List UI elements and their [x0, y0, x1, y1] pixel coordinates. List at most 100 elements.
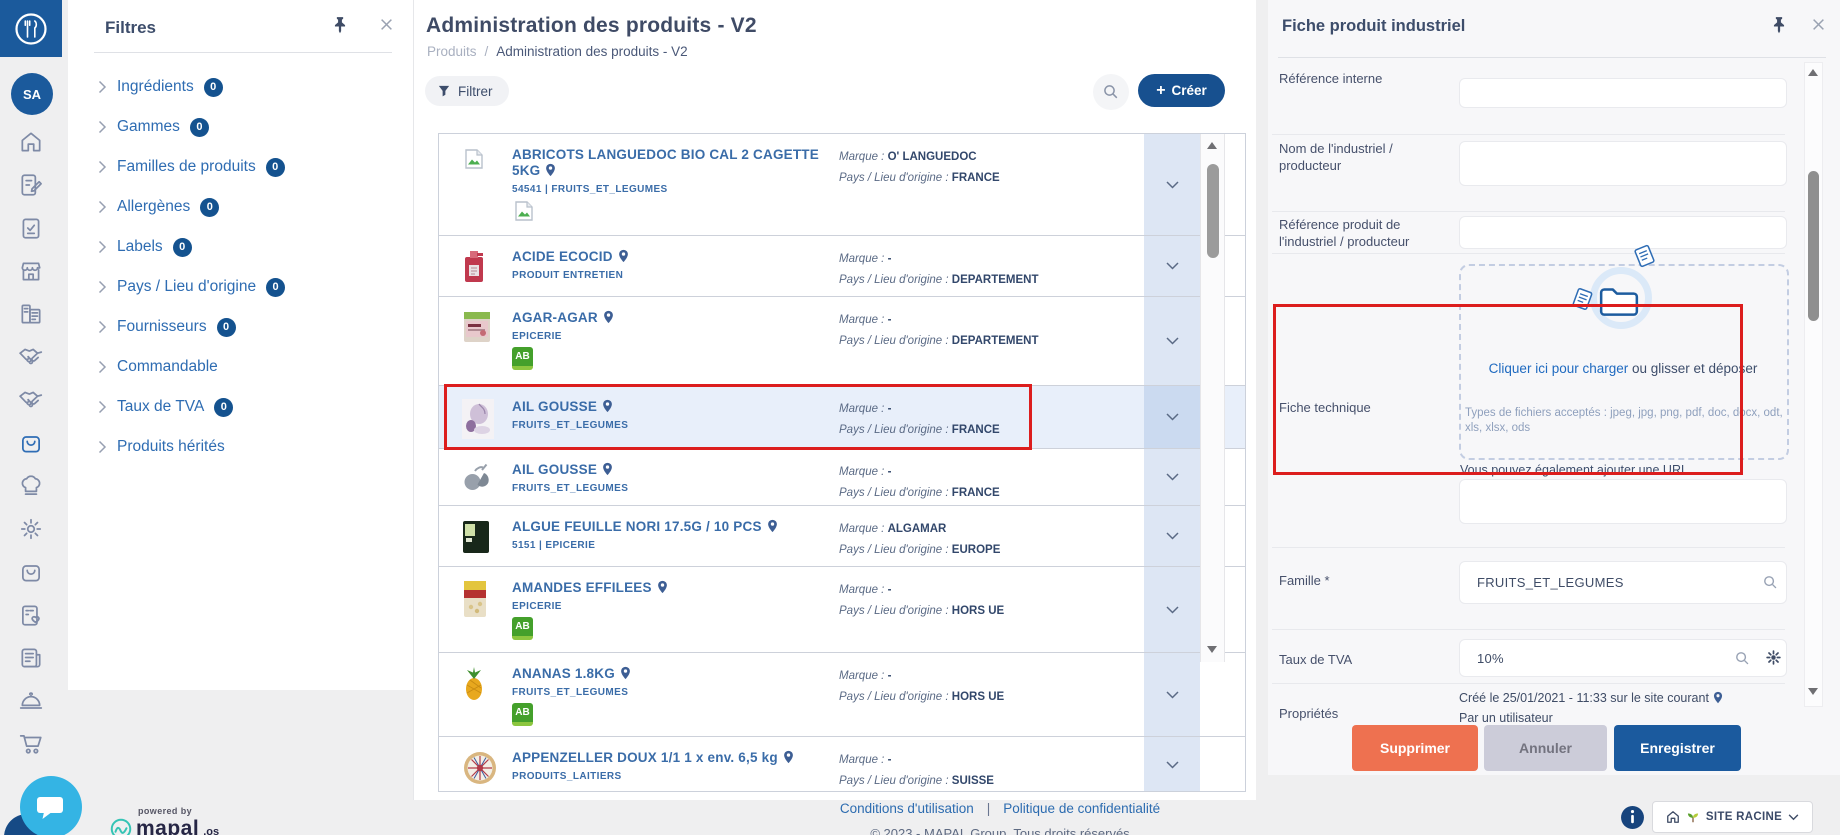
pays-value: FRANCE — [951, 424, 1000, 436]
product-row[interactable]: AGAR-AGAR EPICERIE AB Marque : - Pays / Lieu… — [439, 297, 1245, 386]
famille-field[interactable] — [1459, 561, 1787, 604]
row-expand-button[interactable] — [1144, 236, 1200, 296]
product-row[interactable]: ABRICOTS LANGUEDOC BIO CAL 2 CAGETTE 5KG… — [439, 134, 1245, 236]
storefront-icon[interactable] — [18, 258, 44, 284]
filter-item-fournisseurs[interactable]: Fournisseurs 0 — [68, 307, 413, 347]
handshake-2-icon[interactable] — [18, 387, 44, 413]
panel-scrollbar[interactable] — [1804, 62, 1823, 707]
filter-item-allerg-nes[interactable]: Allergènes 0 — [68, 187, 413, 227]
scroll-down-icon[interactable] — [1808, 688, 1818, 695]
shopping-cart-icon[interactable] — [18, 731, 44, 757]
filter-item-ingr-dients[interactable]: Ingrédients 0 — [68, 67, 413, 107]
field-label: Taux de TVA — [1279, 652, 1353, 667]
filter-item-label: Ingrédients — [117, 78, 194, 95]
scroll-up-icon[interactable] — [1808, 69, 1818, 76]
chevron-right-icon — [98, 120, 107, 134]
filter-item-labels[interactable]: Labels 0 — [68, 227, 413, 267]
divider — [1272, 134, 1785, 135]
filter-item-familles-de-produits[interactable]: Familles de produits 0 — [68, 147, 413, 187]
pin-icon[interactable] — [331, 16, 349, 34]
filter-count-badge: 0 — [200, 197, 220, 217]
scrollbar-thumb[interactable] — [1207, 164, 1219, 258]
row-expand-button[interactable] — [1144, 386, 1200, 448]
privacy-link[interactable]: Politique de confidentialité — [1003, 801, 1160, 816]
list-scrollbar[interactable] — [1200, 134, 1225, 662]
row-expand-button[interactable] — [1144, 567, 1200, 652]
row-expand-button[interactable] — [1144, 506, 1200, 566]
close-icon[interactable] — [380, 18, 394, 32]
search-icon — [1104, 85, 1118, 99]
filter-item-produits-h-rit-s[interactable]: Produits hérités — [68, 427, 413, 467]
scroll-up-icon[interactable] — [1207, 142, 1217, 149]
delete-button[interactable]: Supprimer — [1352, 725, 1478, 771]
invoice-icon[interactable] — [18, 301, 44, 327]
news-icon[interactable] — [18, 645, 44, 671]
product-row[interactable]: AIL GOUSSE FRUITS_ET_LEGUMES Marque : - Pay… — [439, 386, 1245, 449]
cloche-icon[interactable] — [18, 688, 44, 714]
sprout-icon — [1687, 813, 1698, 823]
scrollbar-thumb[interactable] — [1808, 171, 1819, 321]
document-edit-icon[interactable] — [18, 172, 44, 198]
breadcrumb-parent[interactable]: Produits — [427, 44, 477, 59]
product-meta: Marque : ALGAMAR Pays / Lieu d'origine : … — [839, 519, 1000, 566]
chef-hat-icon[interactable] — [18, 473, 44, 499]
clipboard-check-icon[interactable] — [18, 215, 44, 241]
product-row[interactable]: AMANDES EFFILEES EPICERIE AB Marque : - Pays… — [439, 567, 1245, 653]
powered-by-label: powered by — [138, 806, 193, 816]
save-button[interactable]: Enregistrer — [1614, 725, 1741, 771]
cancel-button[interactable]: Annuler — [1484, 725, 1607, 771]
field-label: Famille * — [1279, 573, 1330, 588]
search-icon[interactable] — [1735, 651, 1750, 666]
filters-panel: Filtres Ingrédients 0 Gammes 0 Familles de p… — [68, 0, 413, 690]
location-pin-icon — [1713, 691, 1723, 704]
brand-name: mapal — [136, 817, 200, 835]
product-category: EPICERIE — [512, 331, 562, 342]
handshake-icon[interactable] — [18, 344, 44, 370]
filter-button[interactable]: Filtrer — [425, 76, 509, 106]
shopping-bag-icon[interactable] — [18, 430, 44, 456]
brand-suffix: .os — [203, 826, 220, 835]
scroll-down-icon[interactable] — [1207, 646, 1217, 653]
chat-bubble-button[interactable] — [20, 776, 82, 835]
gear-icon[interactable] — [1765, 649, 1781, 665]
settings-gear-icon[interactable] — [18, 516, 44, 542]
close-icon[interactable] — [1812, 18, 1825, 31]
row-expand-button[interactable] — [1144, 653, 1200, 736]
reference-interne-field[interactable] — [1459, 78, 1787, 108]
url-field[interactable] — [1459, 479, 1787, 524]
shopping-bag-2-icon[interactable] — [18, 559, 44, 585]
product-row[interactable]: AIL GOUSSE FRUITS_ET_LEGUMES Marque : - Pay… — [439, 449, 1245, 506]
product-meta: Marque : - Pays / Lieu d'origine : HORS U… — [839, 580, 1004, 652]
create-button[interactable]: + Créer — [1138, 74, 1225, 107]
restaurant-logo-icon[interactable] — [0, 0, 62, 57]
site-selector[interactable]: SITE RACINE — [1652, 801, 1813, 833]
garlic-photo — [462, 399, 498, 448]
nom-industriel-field[interactable] — [1459, 141, 1787, 186]
row-expand-button[interactable] — [1144, 737, 1200, 791]
filter-item-commandable[interactable]: Commandable — [68, 347, 413, 387]
product-category: FRUITS_ET_LEGUMES — [512, 420, 629, 431]
pin-icon[interactable] — [1770, 16, 1788, 34]
info-icon[interactable] — [1620, 805, 1645, 830]
avatar[interactable]: SA — [11, 73, 53, 115]
row-expand-button[interactable] — [1144, 449, 1200, 505]
filter-item-taux-de-tva[interactable]: Taux de TVA 0 — [68, 387, 413, 427]
location-pin-icon — [618, 249, 629, 263]
product-row[interactable]: ALGUE FEUILLE NORI 17.5G / 10 PCS 5151 | … — [439, 506, 1245, 567]
clipboard-heart-icon[interactable] — [18, 602, 44, 628]
filter-item-pays-lieu-d-origine[interactable]: Pays / Lieu d'origine 0 — [68, 267, 413, 307]
filter-item-gammes[interactable]: Gammes 0 — [68, 107, 413, 147]
terms-link[interactable]: Conditions d'utilisation — [840, 801, 974, 816]
upload-link[interactable]: Cliquer ici pour charger — [1489, 361, 1629, 376]
search-icon[interactable] — [1763, 575, 1778, 590]
home-icon[interactable] — [18, 129, 44, 155]
search-button[interactable] — [1093, 74, 1129, 110]
row-expand-button[interactable] — [1144, 134, 1200, 235]
product-row[interactable]: APPENZELLER DOUX 1/1 1 x env. 6,5 kg PROD… — [439, 737, 1245, 791]
app-screen: SA Filtres Ingrédients 0 Gammes 0 Familles d… — [0, 0, 1840, 835]
row-expand-button[interactable] — [1144, 297, 1200, 385]
product-row[interactable]: ACIDE ECOCID PRODUIT ENTRETIEN Marque : - P… — [439, 236, 1245, 297]
pays-value: HORS UE — [951, 691, 1005, 703]
reference-produit-field[interactable] — [1459, 216, 1787, 249]
product-row[interactable]: ANANAS 1.8KG FRUITS_ET_LEGUMES AB Marque : … — [439, 653, 1245, 737]
